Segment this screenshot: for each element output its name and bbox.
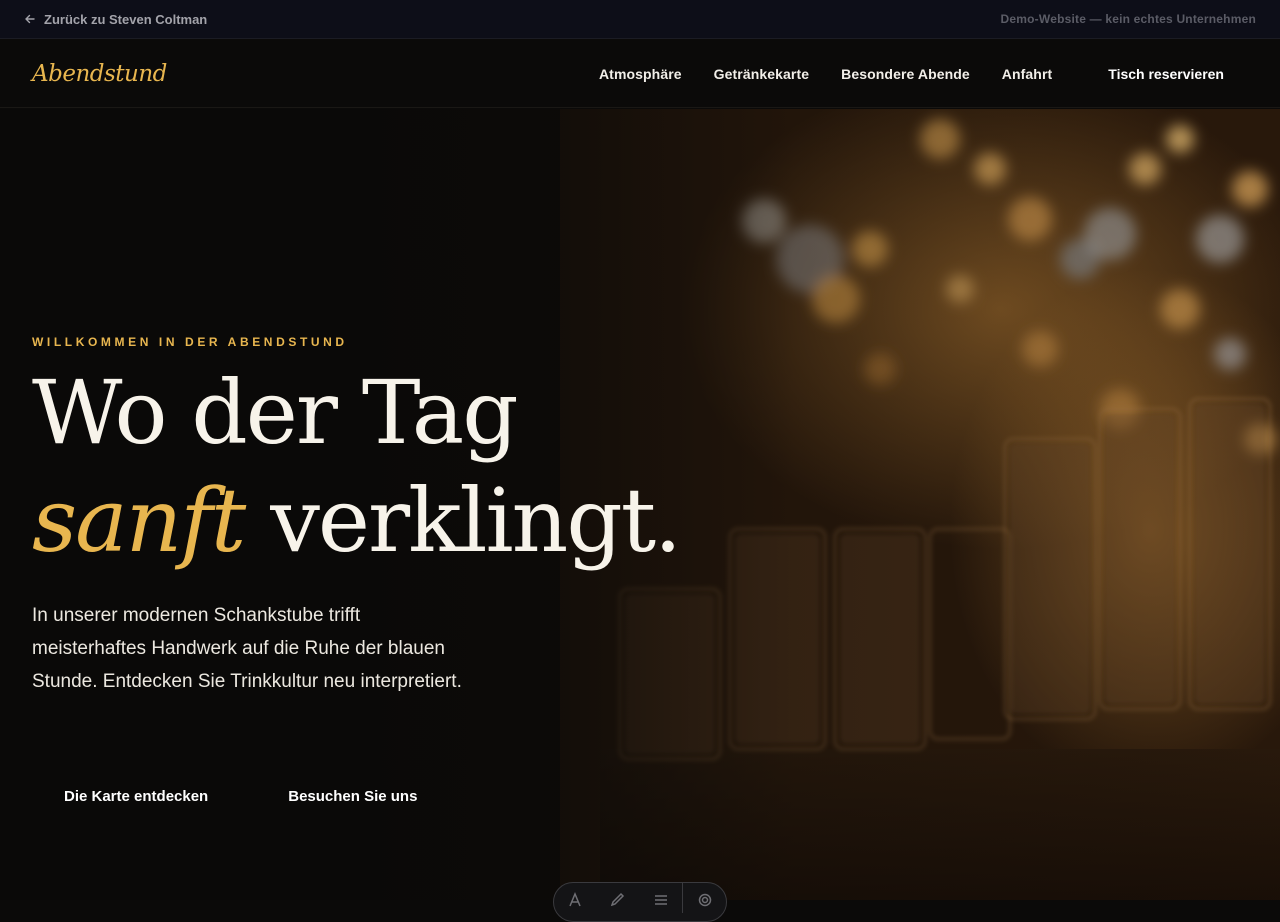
headline-line-2-rest: verklingt. — [244, 469, 682, 572]
hero-actions: Die Karte entdecken Besuchen Sie uns — [32, 782, 449, 811]
headline-line-1: Wo der Tag — [32, 361, 519, 464]
menu-icon[interactable] — [640, 892, 683, 912]
pen-icon[interactable] — [597, 892, 640, 912]
arrow-left-icon — [25, 14, 35, 24]
nav-item-besondere-abende[interactable]: Besondere Abende — [841, 66, 970, 82]
hero-intro-text: In unserer modernen Schankstube trifft m… — [32, 605, 462, 692]
text-icon[interactable] — [554, 892, 597, 912]
nav-item-anfahrt[interactable]: Anfahrt — [1002, 66, 1052, 82]
reserve-table-button[interactable]: Tisch reservieren — [1108, 66, 1224, 82]
explore-menu-button[interactable]: Die Karte entdecken — [32, 782, 240, 811]
nav-item-atmosphaere[interactable]: Atmosphäre — [599, 66, 682, 82]
demo-bar: Zurück zu Steven Coltman Demo-Website — … — [0, 0, 1280, 39]
headline-accent-word: sanft — [32, 469, 246, 572]
floating-toolbar — [553, 882, 727, 922]
back-link-label: Zurück zu Steven Coltman — [44, 11, 208, 27]
demo-notice: Demo-Website — kein echtes Unternehmen — [1000, 12, 1256, 26]
back-link[interactable]: Zurück zu Steven Coltman — [24, 12, 207, 27]
main-nav: Atmosphäre Getränkekarte Besondere Abend… — [567, 66, 1248, 82]
settings-icon[interactable] — [683, 892, 726, 912]
hero-section: WILLKOMMEN IN DER ABENDSTUND Wo der Tag s… — [0, 109, 1280, 900]
hero-headline: Wo der Tag sanft verklingt. — [32, 359, 682, 575]
hero-eyebrow: WILLKOMMEN IN DER ABENDSTUND — [32, 335, 348, 349]
nav-item-getraenkekarte[interactable]: Getränkekarte — [714, 66, 809, 82]
site-header: Abendstund Atmosphäre Getränkekarte Beso… — [0, 40, 1280, 108]
visit-us-button[interactable]: Besuchen Sie uns — [256, 782, 449, 811]
site-logo[interactable]: Abendstund — [32, 61, 167, 87]
